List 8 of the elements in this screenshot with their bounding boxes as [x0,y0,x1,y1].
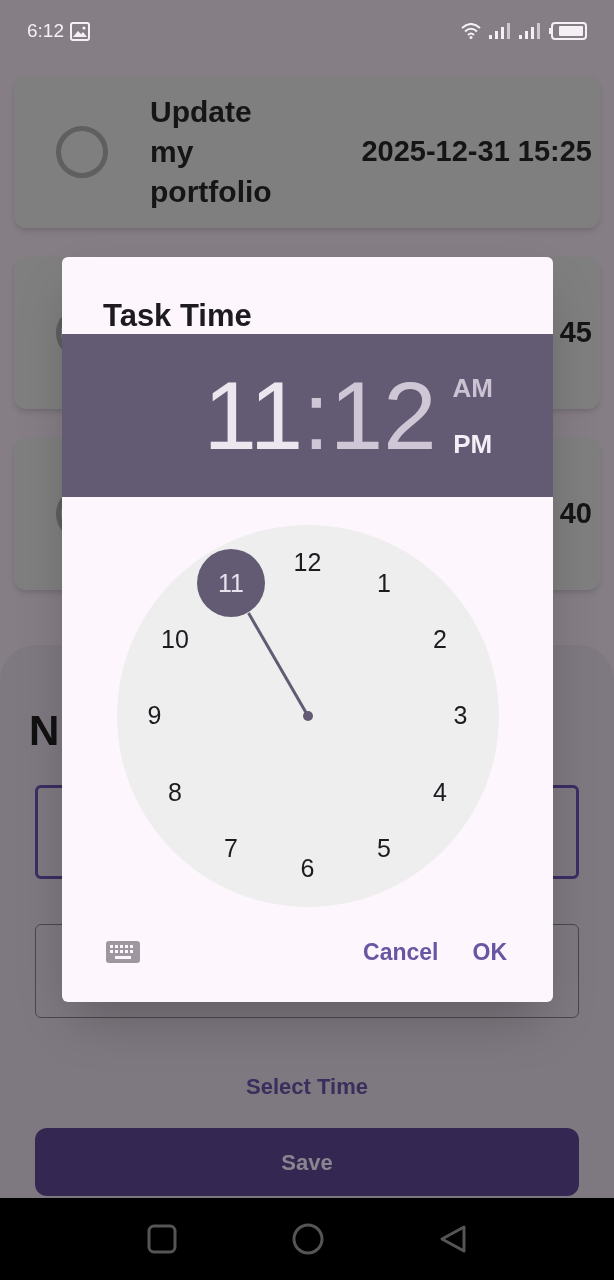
dialog-title: Task Time [102,297,253,334]
sheet-heading: N [29,706,56,753]
status-time: 6:12 [27,18,64,43]
time-separator: : [303,367,330,464]
task-title: Update my portfolio [150,94,273,210]
task-due: 2025-12-31 15:25 [361,134,592,170]
task-due: 40 [559,496,592,532]
task-due: 45 [559,315,592,351]
